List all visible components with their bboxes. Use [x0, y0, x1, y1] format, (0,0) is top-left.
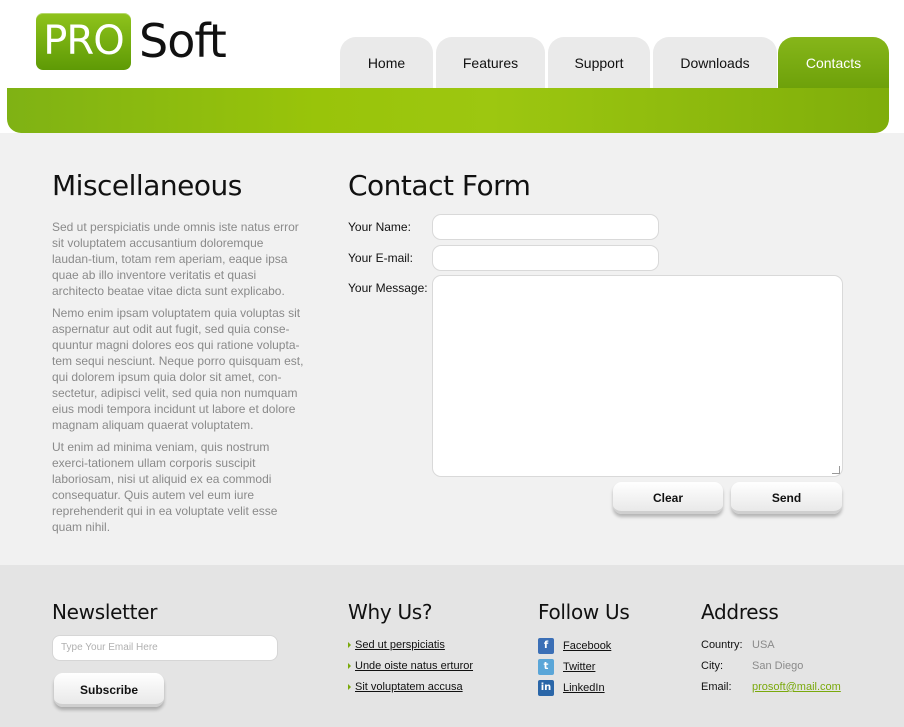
- address-city-row: City: San Diego: [701, 660, 803, 672]
- why-us-item: Sed ut perspiciatis: [348, 639, 445, 651]
- follow-item-twitter[interactable]: t Twitter: [538, 659, 595, 675]
- twitter-icon[interactable]: t: [538, 659, 554, 675]
- logo[interactable]: PRO Soft: [36, 13, 227, 70]
- why-us-link[interactable]: Unde oiste natus erturor: [355, 660, 473, 672]
- city-label: City:: [701, 660, 723, 672]
- logo-pro-badge: PRO: [36, 13, 131, 70]
- message-field[interactable]: [432, 275, 843, 477]
- facebook-link[interactable]: Facebook: [563, 640, 611, 652]
- linkedin-icon[interactable]: in: [538, 680, 554, 696]
- newsletter-email-input[interactable]: Type Your Email Here: [52, 635, 278, 661]
- misc-paragraph: Sed ut perspiciatis unde omnis iste natu…: [52, 220, 299, 298]
- why-us-link[interactable]: Sed ut perspiciatis: [355, 639, 445, 651]
- misc-title: Miscellaneous: [52, 169, 242, 202]
- why-us-item: Unde oiste natus erturor: [348, 660, 473, 672]
- misc-paragraph: Ut enim ad minima veniam, quis nostrum e…: [52, 440, 278, 534]
- twitter-link[interactable]: Twitter: [563, 661, 595, 673]
- tab-downloads[interactable]: Downloads: [653, 37, 777, 88]
- name-label: Your Name:: [348, 220, 411, 234]
- address-title: Address: [701, 600, 779, 624]
- misc-paragraph: Nemo enim ipsam voluptatem quia voluptas…: [52, 306, 304, 432]
- why-us-link[interactable]: Sit voluptatem accusa: [355, 681, 463, 693]
- why-us-item: Sit voluptatem accusa: [348, 681, 463, 693]
- newsletter-title: Newsletter: [52, 600, 158, 624]
- facebook-icon[interactable]: f: [538, 638, 554, 654]
- tab-support[interactable]: Support: [548, 37, 650, 88]
- footer: Newsletter Type Your Email Here Subscrib…: [0, 565, 904, 727]
- follow-us-title: Follow Us: [538, 600, 630, 624]
- subscribe-button[interactable]: Subscribe: [54, 673, 164, 707]
- bullet-arrow-icon: [348, 642, 351, 649]
- email-label: Email:: [701, 681, 732, 693]
- misc-text: Sed ut perspiciatis unde omnis iste natu…: [52, 219, 304, 541]
- resize-handle-icon[interactable]: [832, 466, 840, 474]
- bullet-arrow-icon: [348, 684, 351, 691]
- logo-soft-text: Soft: [139, 14, 227, 68]
- follow-item-linkedin[interactable]: in LinkedIn: [538, 680, 605, 696]
- email-label: Your E-mail:: [348, 251, 413, 265]
- country-value: USA: [752, 639, 775, 651]
- address-email-row: Email: prosoft@mail.com: [701, 681, 841, 693]
- tab-contacts[interactable]: Contacts: [778, 37, 889, 88]
- email-field[interactable]: [432, 245, 659, 271]
- bullet-arrow-icon: [348, 663, 351, 670]
- clear-button[interactable]: Clear: [613, 482, 723, 514]
- address-country-row: Country: USA: [701, 639, 775, 651]
- city-value: San Diego: [752, 660, 804, 672]
- contact-form-title: Contact Form: [348, 169, 531, 202]
- send-button[interactable]: Send: [731, 482, 842, 514]
- name-field[interactable]: [432, 214, 659, 240]
- green-banner-bar: [7, 88, 889, 133]
- tab-home[interactable]: Home: [340, 37, 433, 88]
- why-us-title: Why Us?: [348, 600, 433, 624]
- follow-item-facebook[interactable]: f Facebook: [538, 638, 611, 654]
- header: PRO Soft Home Features Support Downloads…: [0, 0, 904, 88]
- tab-features[interactable]: Features: [436, 37, 545, 88]
- main-content: Miscellaneous Sed ut perspiciatis unde o…: [0, 133, 904, 565]
- country-label: Country:: [701, 639, 743, 651]
- message-label: Your Message:: [348, 281, 428, 295]
- linkedin-link[interactable]: LinkedIn: [563, 682, 605, 694]
- email-link[interactable]: prosoft@mail.com: [752, 681, 841, 693]
